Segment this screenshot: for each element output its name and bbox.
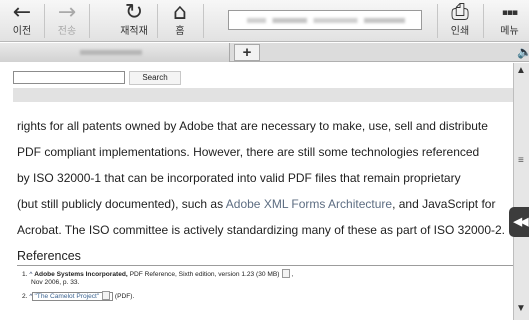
back-label: 이전 bbox=[12, 26, 32, 37]
pdf-file-icon bbox=[102, 291, 111, 300]
reload-icon: ↻ bbox=[124, 0, 144, 25]
search-button[interactable]: Search bbox=[129, 71, 181, 85]
toolbar-divider bbox=[203, 4, 204, 38]
paragraph-line: (but still publicly documented), such as… bbox=[17, 197, 495, 211]
reference-item: 2. ^ "The Camelot Project" (PDF). bbox=[22, 291, 135, 301]
menu-label: 메뉴 bbox=[500, 26, 519, 37]
reference-link-text: "The Camelot Project" bbox=[34, 293, 100, 300]
heading-rule bbox=[17, 265, 513, 266]
print-icon: ⎙ bbox=[451, 0, 469, 25]
side-panel-toggle[interactable]: ◀◀ bbox=[509, 207, 529, 237]
scroll-down-icon[interactable]: ▼ bbox=[516, 303, 526, 314]
reference-item-continuation: Nov 2006, p. 33. bbox=[31, 279, 80, 286]
browser-toolbar: ← 이전 → 전송 ↻ 재적재 ⌂ 홈 ⎙ 인쇄 ▪▪▪ 메뉴 bbox=[0, 0, 529, 42]
reference-number: 2. bbox=[22, 293, 28, 300]
paragraph-line: rights for all patents owned by Adobe th… bbox=[17, 119, 488, 133]
print-label: 인쇄 bbox=[450, 26, 470, 37]
paragraph-line: PDF compliant implementations. However, … bbox=[17, 145, 480, 159]
blurred-url bbox=[247, 18, 405, 23]
scroll-grip-icon[interactable]: ≡ bbox=[518, 155, 524, 166]
reference-title[interactable]: PDF Reference, Sixth edition, version 1.… bbox=[128, 271, 280, 278]
double-chevron-left-icon: ◀◀ bbox=[513, 216, 529, 228]
address-bar[interactable] bbox=[228, 10, 422, 30]
paragraph-text: , and JavaScript for bbox=[392, 197, 496, 211]
references-heading: References bbox=[17, 249, 81, 263]
tab-bar: + 🔈 bbox=[0, 43, 529, 62]
home-icon: ⌂ bbox=[173, 0, 187, 25]
adobe-xfa-link[interactable]: Adobe XML Forms Architecture bbox=[226, 197, 392, 211]
search-input[interactable] bbox=[13, 71, 125, 84]
toolbar-divider bbox=[483, 4, 484, 38]
forward-button[interactable]: → 전송 bbox=[45, 0, 89, 42]
paragraph-line: Acrobat. The ISO committee is actively s… bbox=[17, 223, 506, 237]
header-strip bbox=[13, 88, 513, 102]
reference-item: 1. ^ Adobe Systems Incorporated, PDF Ref… bbox=[22, 269, 294, 278]
blurred-tab-title bbox=[80, 50, 142, 55]
paragraph-line: by ISO 32000-1 that can be incorporated … bbox=[17, 171, 461, 185]
reference-author: Adobe Systems Incorporated, bbox=[34, 271, 128, 278]
home-label: 홈 bbox=[175, 26, 185, 37]
paragraph-text: (but still publicly documented), such as bbox=[17, 197, 226, 211]
reference-number: 1. bbox=[22, 271, 28, 278]
backref-caret[interactable]: ^ bbox=[29, 271, 32, 278]
menu-button[interactable]: ▪▪▪ 메뉴 bbox=[490, 0, 529, 42]
page-content: Search rights for all patents owned by A… bbox=[0, 63, 513, 320]
forward-arrow-icon: → bbox=[57, 0, 77, 25]
reference-tail: (PDF). bbox=[113, 293, 135, 300]
new-tab-button[interactable]: + bbox=[234, 44, 260, 61]
back-button[interactable]: ← 이전 bbox=[0, 0, 44, 42]
camelot-project-link[interactable]: "The Camelot Project" bbox=[32, 291, 114, 301]
print-button[interactable]: ⎙ 인쇄 bbox=[438, 0, 482, 42]
scroll-up-icon[interactable]: ▲ bbox=[516, 65, 526, 76]
home-button[interactable]: ⌂ 홈 bbox=[158, 0, 202, 42]
pdf-file-icon bbox=[282, 269, 291, 278]
speaker-icon[interactable]: 🔈 bbox=[517, 45, 529, 59]
menu-grid-icon: ▪▪▪ bbox=[501, 8, 518, 18]
reload-label: 재적재 bbox=[120, 26, 148, 37]
back-arrow-icon: ← bbox=[12, 0, 32, 25]
reload-button[interactable]: ↻ 재적재 bbox=[112, 0, 156, 42]
tab-current[interactable] bbox=[0, 43, 230, 62]
toolbar-divider bbox=[89, 4, 90, 38]
forward-label: 전송 bbox=[57, 26, 77, 37]
vertical-scrollbar[interactable]: ▲ ≡ ▼ bbox=[513, 63, 529, 320]
